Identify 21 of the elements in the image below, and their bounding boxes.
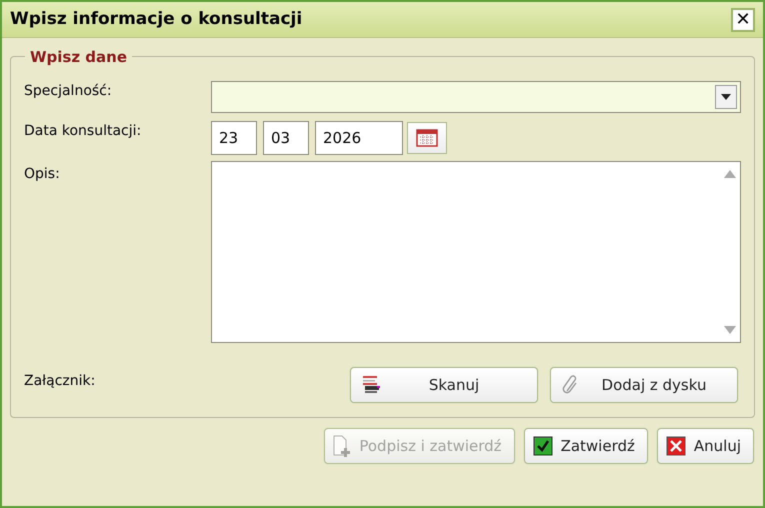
window-title: Wpisz informacje o konsultacji bbox=[10, 8, 302, 31]
calendar-button[interactable] bbox=[407, 122, 447, 154]
scroll-up-icon[interactable] bbox=[724, 170, 736, 178]
scan-button[interactable]: Skanuj bbox=[350, 367, 538, 403]
field-label: Załącznik: bbox=[24, 372, 96, 390]
month-field[interactable]: 03 bbox=[263, 121, 309, 155]
scroll-down-icon[interactable] bbox=[724, 326, 736, 334]
year-field[interactable]: 2026 bbox=[315, 121, 403, 155]
close-button[interactable]: ✕ bbox=[731, 8, 755, 32]
day-field[interactable]: 23 bbox=[211, 121, 257, 155]
calendar-icon bbox=[416, 129, 438, 147]
scanner-icon bbox=[361, 375, 381, 395]
field-label: Specjalność: bbox=[24, 82, 113, 101]
cancel-icon bbox=[666, 436, 686, 456]
document-add-icon bbox=[333, 435, 352, 457]
checkmark-icon bbox=[532, 436, 553, 456]
dialog-button[interactable]: Zatwierdź bbox=[524, 428, 648, 464]
field-label: Opis: bbox=[24, 165, 61, 184]
add-file-button[interactable]: Dodaj z dysku bbox=[550, 367, 738, 403]
field-label: Data konsultacji: bbox=[24, 122, 142, 141]
dialog-button[interactable]: Anuluj bbox=[656, 428, 754, 464]
